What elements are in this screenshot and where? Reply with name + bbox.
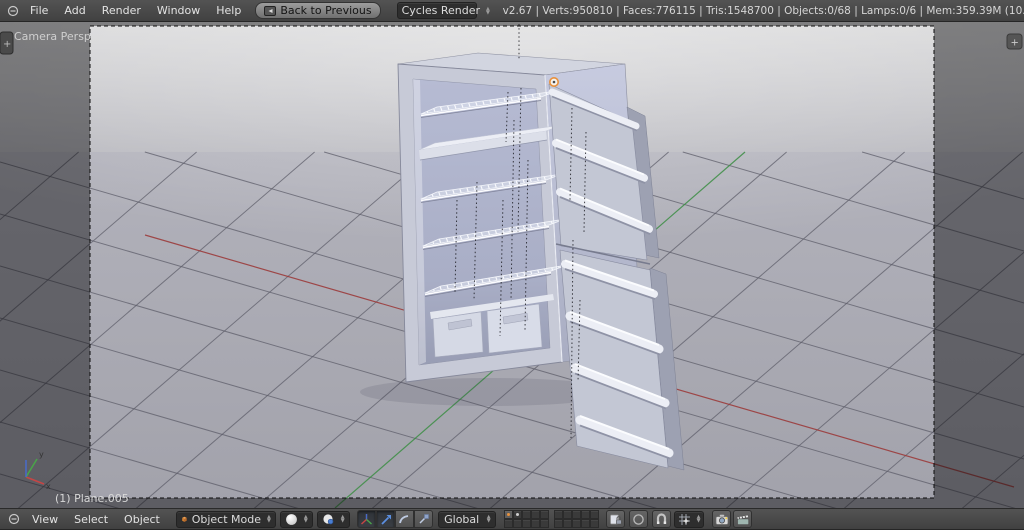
snap-magnet-button[interactable] — [651, 510, 671, 528]
layer-toggle[interactable] — [503, 519, 513, 528]
menu-help[interactable]: Help — [208, 1, 249, 20]
proportional-edit-button[interactable] — [628, 510, 648, 528]
render-engine-dropdown[interactable]: Cycles Render ▲ ▼ — [396, 2, 490, 19]
updown-arrows-icon: ▲ ▼ — [486, 5, 490, 16]
viewport-shading-dropdown[interactable]: ▲ ▼ — [279, 510, 313, 528]
layer-group — [503, 510, 549, 528]
view3d-header: View Select Object Object Mode ▲ ▼ ▲ ▼ ▲… — [0, 508, 1024, 530]
layer-group — [553, 510, 599, 528]
layer-toggle[interactable] — [580, 519, 590, 528]
scale-manipulator-button[interactable] — [413, 510, 433, 528]
layer-toggle[interactable] — [530, 519, 540, 528]
back-to-previous-button[interactable]: Back to Previous — [255, 2, 381, 19]
pivot-point-dropdown[interactable]: ▲ ▼ — [316, 510, 350, 528]
view3d-editor-icon[interactable] — [6, 512, 22, 526]
layer-toggle[interactable] — [539, 510, 549, 519]
info-editor-icon[interactable] — [6, 4, 20, 18]
opengl-render-animation-button[interactable] — [733, 510, 753, 528]
snap-element-dropdown[interactable]: ▲ ▼ — [673, 510, 705, 528]
opengl-render-still-button[interactable] — [712, 510, 732, 528]
layer-toggle[interactable] — [571, 510, 581, 519]
menu-file[interactable]: File — [22, 1, 56, 20]
layer-toggle[interactable] — [539, 519, 549, 528]
layer-toggle[interactable] — [512, 510, 522, 519]
active-object-label: (1) Plane.005 — [55, 492, 129, 505]
viewport-3d[interactable]: Camera Persp (1) Plane.005 x y + + — [0, 22, 1024, 530]
menu-window[interactable]: Window — [149, 1, 208, 20]
properties-expand-button[interactable]: + — [1006, 33, 1023, 50]
layer-toggle[interactable] — [562, 519, 572, 528]
menu-render[interactable]: Render — [94, 1, 149, 20]
menu-view[interactable]: View — [24, 510, 66, 529]
lock-to-scene-button[interactable] — [605, 510, 625, 528]
crisper-drawer — [486, 303, 543, 354]
rotate-manipulator-button[interactable] — [394, 510, 414, 528]
layer-toggle[interactable] — [589, 519, 599, 528]
object-origin-marker[interactable] — [548, 77, 559, 88]
transform-orientation-dropdown[interactable]: Global ▲ ▼ — [437, 510, 496, 528]
info-header: File Add Render Window Help Back to Prev… — [0, 0, 1024, 22]
layer-toggle[interactable] — [589, 510, 599, 519]
svg-text:+: + — [1011, 38, 1019, 49]
solid-shading-sphere-icon — [285, 513, 297, 525]
snap-increment-icon — [678, 513, 690, 525]
menu-object[interactable]: Object — [116, 510, 168, 529]
manipulator-toggle-button[interactable] — [356, 510, 376, 528]
layer-toggle[interactable] — [571, 519, 581, 528]
pivot-median-icon — [323, 513, 334, 524]
toolshelf-expand-button[interactable]: + — [0, 31, 14, 55]
svg-text:x: x — [46, 482, 51, 491]
layers-widget — [503, 510, 599, 528]
layer-toggle[interactable] — [562, 510, 572, 519]
menu-select[interactable]: Select — [66, 510, 116, 529]
menu-add[interactable]: Add — [56, 1, 93, 20]
layer-toggle[interactable] — [530, 510, 540, 519]
layer-toggle[interactable] — [553, 510, 563, 519]
layer-toggle[interactable] — [512, 519, 522, 528]
translate-manipulator-button[interactable] — [375, 510, 395, 528]
screen-back-icon — [264, 5, 277, 16]
blender-window: File Add Render Window Help Back to Prev… — [0, 0, 1024, 530]
layer-toggle[interactable] — [503, 510, 513, 519]
manipulator-buttons — [356, 510, 433, 528]
layer-toggle[interactable] — [521, 519, 531, 528]
svg-text:y: y — [39, 450, 44, 459]
view-name-label: Camera Persp — [14, 30, 91, 43]
layer-toggle[interactable] — [580, 510, 590, 519]
object-mode-cube-icon — [182, 516, 187, 522]
scene-statistics: v2.67 | Verts:950810 | Faces:776115 | Tr… — [502, 4, 1024, 17]
layer-toggle[interactable] — [521, 510, 531, 519]
mode-dropdown[interactable]: Object Mode ▲ ▼ — [175, 510, 276, 528]
layer-toggle[interactable] — [553, 519, 563, 528]
svg-text:+: + — [3, 39, 11, 50]
updown-arrows-icon: ▲ ▼ — [267, 514, 271, 524]
